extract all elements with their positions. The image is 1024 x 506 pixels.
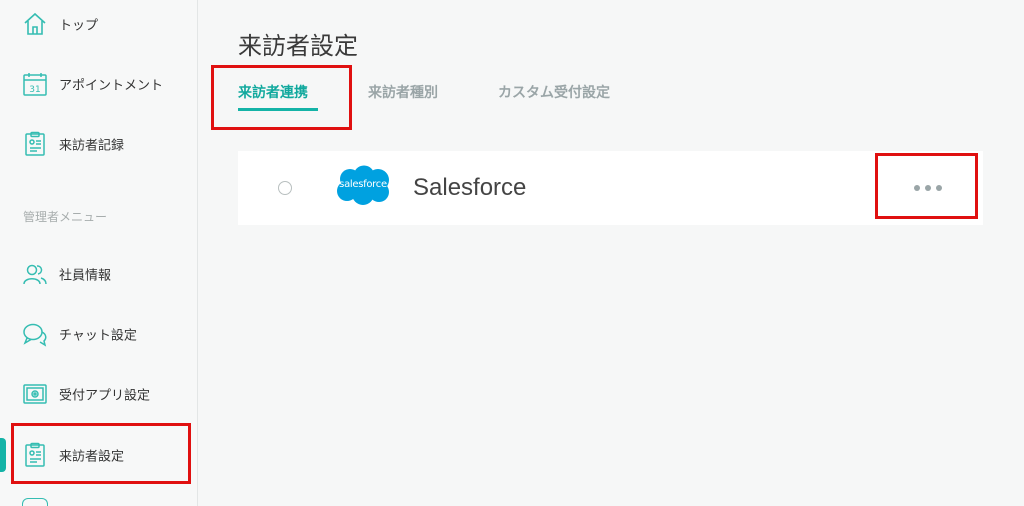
sidebar-item-chat-settings[interactable]: チャット設定 [0, 312, 198, 356]
calendar-icon: 31 [22, 71, 48, 97]
clipboard-icon [22, 131, 48, 157]
tab-visitor-type[interactable]: 来訪者種別 [368, 82, 438, 102]
sidebar-item-employees[interactable]: 社員情報 [0, 252, 198, 296]
app-root: トップ 31 アポイントメント 来訪者記録 管理者メニュー 社員情報 チャット設… [0, 0, 1024, 506]
sidebar-item-label: 来訪者設定 [59, 449, 125, 465]
sidebar-item-label: トップ [59, 18, 99, 34]
sidebar-item-appointment[interactable]: 31 アポイントメント [0, 62, 198, 106]
sidebar-item-reception-app-settings[interactable]: 受付アプリ設定 [0, 372, 198, 416]
admin-menu-heading: 管理者メニュー [23, 210, 108, 224]
next-item-icon-partial [22, 498, 48, 506]
more-horizontal-icon [936, 185, 942, 191]
users-icon [22, 261, 48, 287]
chat-icon [22, 321, 48, 347]
sidebar: トップ 31 アポイントメント 来訪者記録 管理者メニュー 社員情報 チャット設… [0, 0, 198, 506]
integration-radio[interactable] [278, 181, 292, 195]
sidebar-item-label: 来訪者記録 [59, 138, 125, 154]
sidebar-item-top[interactable]: トップ [0, 2, 198, 46]
sidebar-item-visitor-settings[interactable]: 来訪者設定 [0, 433, 198, 477]
svg-text:31: 31 [29, 85, 40, 95]
sidebar-item-visitor-records[interactable]: 来訪者記録 [0, 122, 198, 166]
integration-name: Salesforce [413, 174, 527, 201]
sidebar-item-label: アポイントメント [59, 78, 164, 94]
tab-visitor-integration[interactable]: 来訪者連携 [238, 82, 308, 102]
more-horizontal-icon [914, 185, 920, 191]
sidebar-item-label: 受付アプリ設定 [59, 388, 151, 404]
app-settings-icon [22, 381, 48, 407]
integration-card: salesforce Salesforce [238, 151, 983, 225]
sidebar-item-label: チャット設定 [59, 328, 137, 344]
sidebar-item-label: 社員情報 [59, 268, 112, 284]
salesforce-logo: salesforce [333, 165, 393, 207]
active-tab-underline [238, 108, 318, 111]
clipboard-icon [22, 442, 48, 468]
more-horizontal-icon [925, 185, 931, 191]
salesforce-logo-text: salesforce [339, 179, 387, 190]
tab-custom-reception-settings[interactable]: カスタム受付設定 [498, 82, 610, 102]
more-options-button[interactable] [898, 177, 958, 199]
page-title: 来訪者設定 [238, 32, 358, 60]
home-icon [22, 11, 48, 37]
